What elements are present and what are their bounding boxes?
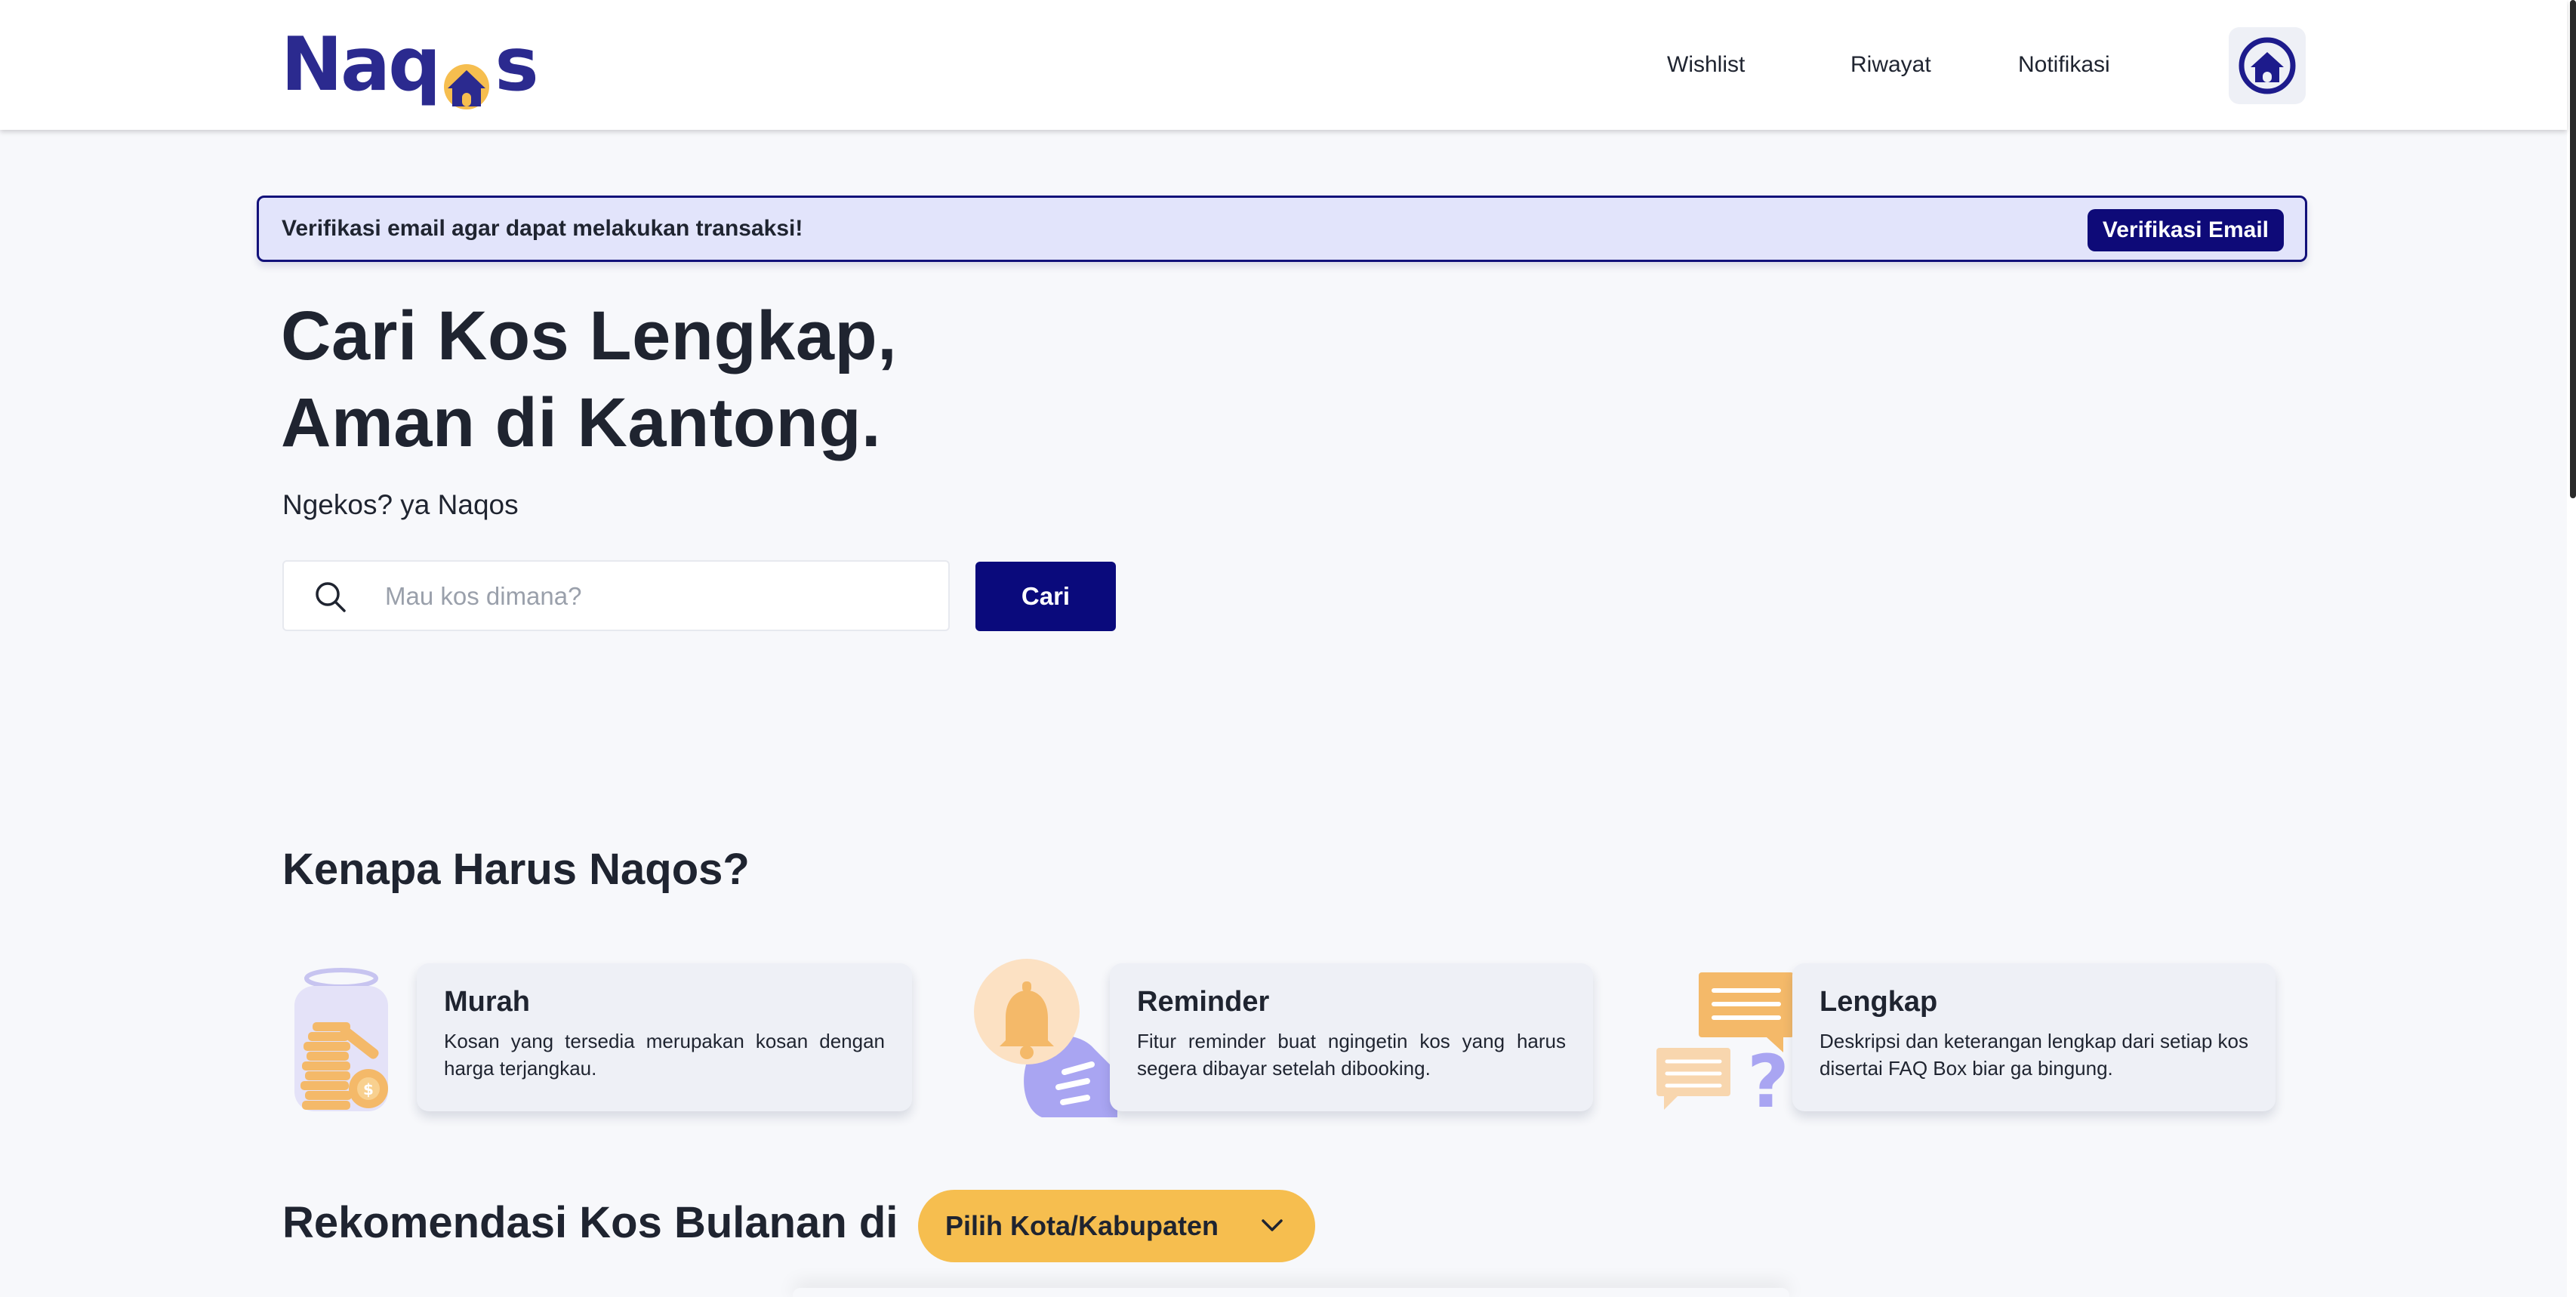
chevron-down-icon xyxy=(1262,1219,1283,1231)
verification-message: Verifikasi email agar dapat melakukan tr… xyxy=(282,216,803,241)
feature-lengkap: ? Lengkap Deskripsi dan keterangan lengk… xyxy=(1653,959,2276,1124)
email-verification-banner: Verifikasi email agar dapat melakukan tr… xyxy=(257,196,2307,262)
city-select-dropdown[interactable]: Pilih Kota/Kabupaten xyxy=(918,1190,1315,1262)
chat-question-icon: ? xyxy=(1653,959,1804,1124)
hero-title-line2: Aman di Kantong. xyxy=(281,384,882,461)
hero-title-line1: Cari Kos Lengkap, xyxy=(281,297,898,374)
scrollbar-thumb[interactable] xyxy=(2570,0,2576,498)
feature-card: Lengkap Deskripsi dan keterangan lengkap… xyxy=(1792,963,2276,1111)
profile-button[interactable] xyxy=(2229,27,2306,104)
feature-description: Deskripsi dan keterangan lengkap dari se… xyxy=(1820,1030,2249,1080)
feature-description: Fitur reminder buat ngingetin kos yang h… xyxy=(1137,1030,1566,1080)
feature-description: Kosan yang tersedia merupakan kosan deng… xyxy=(444,1030,885,1080)
feature-title: Murah xyxy=(444,986,530,1018)
page: Naq s Wishlist Riwayat Notifikasi Verifi… xyxy=(0,0,2576,1297)
naqos-logo[interactable]: Naq s xyxy=(281,20,539,110)
svg-text:$: $ xyxy=(363,1080,374,1098)
scrollbar-track[interactable] xyxy=(2567,0,2576,1297)
nav-riwayat-link[interactable]: Riwayat xyxy=(1850,52,1931,78)
recommendation-title: Rekomendasi Kos Bulanan di xyxy=(282,1198,898,1247)
nav-notifikasi-link[interactable]: Notifikasi xyxy=(2018,52,2110,78)
feature-title: Reminder xyxy=(1137,986,1270,1018)
svg-text:?: ? xyxy=(1747,1040,1789,1117)
search-button[interactable]: Cari xyxy=(975,562,1116,631)
feature-reminder: Reminder Fitur reminder buat ngingetin k… xyxy=(974,959,1593,1117)
search-input[interactable] xyxy=(384,562,930,631)
city-select-label: Pilih Kota/Kabupaten xyxy=(945,1210,1219,1241)
feature-title: Lengkap xyxy=(1820,986,1938,1018)
verify-email-button[interactable]: Verifikasi Email xyxy=(2087,209,2284,251)
hero-title: Cari Kos Lengkap, Aman di Kantong. xyxy=(281,293,897,467)
search-icon xyxy=(316,582,346,612)
nav-wishlist-link[interactable]: Wishlist xyxy=(1667,52,1745,78)
feature-card: Reminder Fitur reminder buat ngingetin k… xyxy=(1110,963,1593,1111)
why-section-title: Kenapa Harus Naqos? xyxy=(282,845,750,894)
feature-murah: $ Murah Kosan yang tersedia merupakan ko… xyxy=(285,959,912,1117)
hero-subtitle: Ngekos? ya Naqos xyxy=(282,489,519,520)
feature-card: Murah Kosan yang tersedia merupakan kosa… xyxy=(417,963,912,1111)
next-section-card-edge xyxy=(793,1288,1789,1297)
logo-house-icon xyxy=(442,43,491,109)
bell-icon xyxy=(974,959,1125,1117)
top-navbar: Naq s Wishlist Riwayat Notifikasi xyxy=(0,0,2567,130)
search-box[interactable] xyxy=(282,560,950,631)
logo-text-left: Naq xyxy=(281,22,441,108)
home-circle-icon xyxy=(2239,37,2296,94)
logo-text-right: s xyxy=(495,22,538,108)
coin-jar-icon: $ xyxy=(285,959,436,1117)
